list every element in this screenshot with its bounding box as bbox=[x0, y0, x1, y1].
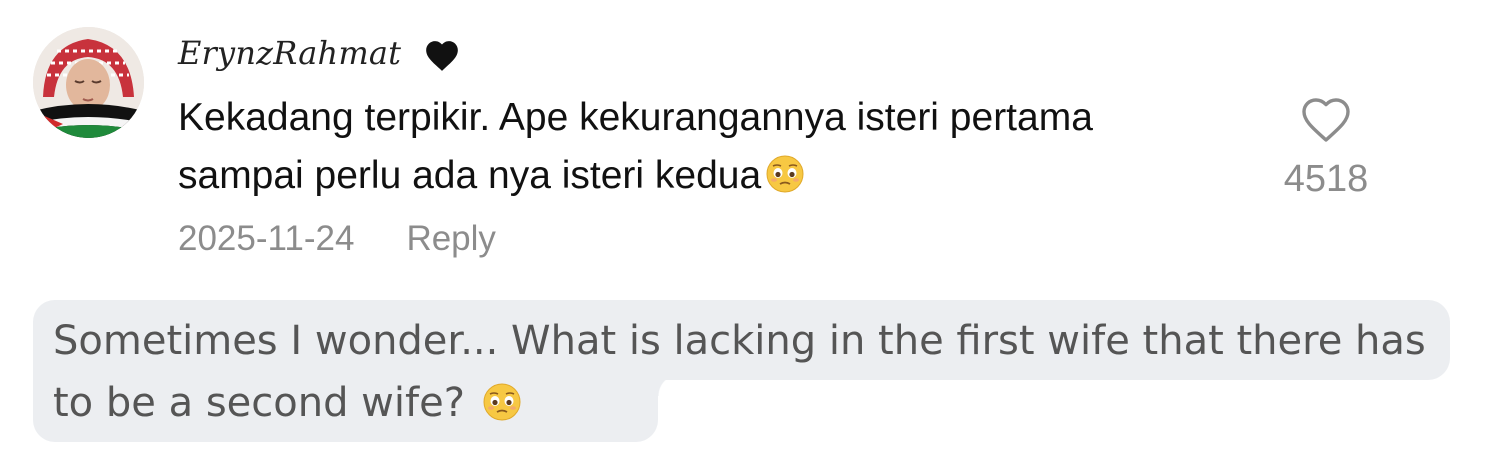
reply-button[interactable]: Reply bbox=[406, 219, 495, 258]
pleading-face-emoji bbox=[766, 155, 804, 193]
pleading-face-emoji bbox=[483, 383, 521, 421]
comment-text: Kekadang terpikir. Ape kekurangannya ist… bbox=[178, 89, 1178, 205]
heart-outline-icon[interactable] bbox=[1300, 98, 1352, 144]
comment-meta: 2025-11-24 Reply bbox=[178, 219, 496, 259]
avatar-image bbox=[33, 27, 144, 138]
user-avatar[interactable] bbox=[33, 27, 144, 138]
like-button[interactable]: 4518 bbox=[1270, 98, 1382, 201]
like-count: 4518 bbox=[1283, 158, 1369, 200]
translation-text: Sometimes I wonder... What is lacking in… bbox=[53, 310, 1453, 434]
translation-text-content: Sometimes I wonder... What is lacking in… bbox=[53, 318, 1426, 426]
translation-bubble: Sometimes I wonder... What is lacking in… bbox=[33, 300, 1453, 445]
comment-date: 2025-11-24 bbox=[178, 219, 355, 258]
comment-text-content: Kekadang terpikir. Ape kekurangannya ist… bbox=[178, 96, 1093, 197]
username[interactable]: ErynzRahmat bbox=[178, 34, 401, 72]
comment-item: ErynzRahmat Kekadang terpikir. Ape kekur… bbox=[0, 0, 1486, 290]
black-heart-icon bbox=[426, 41, 458, 71]
